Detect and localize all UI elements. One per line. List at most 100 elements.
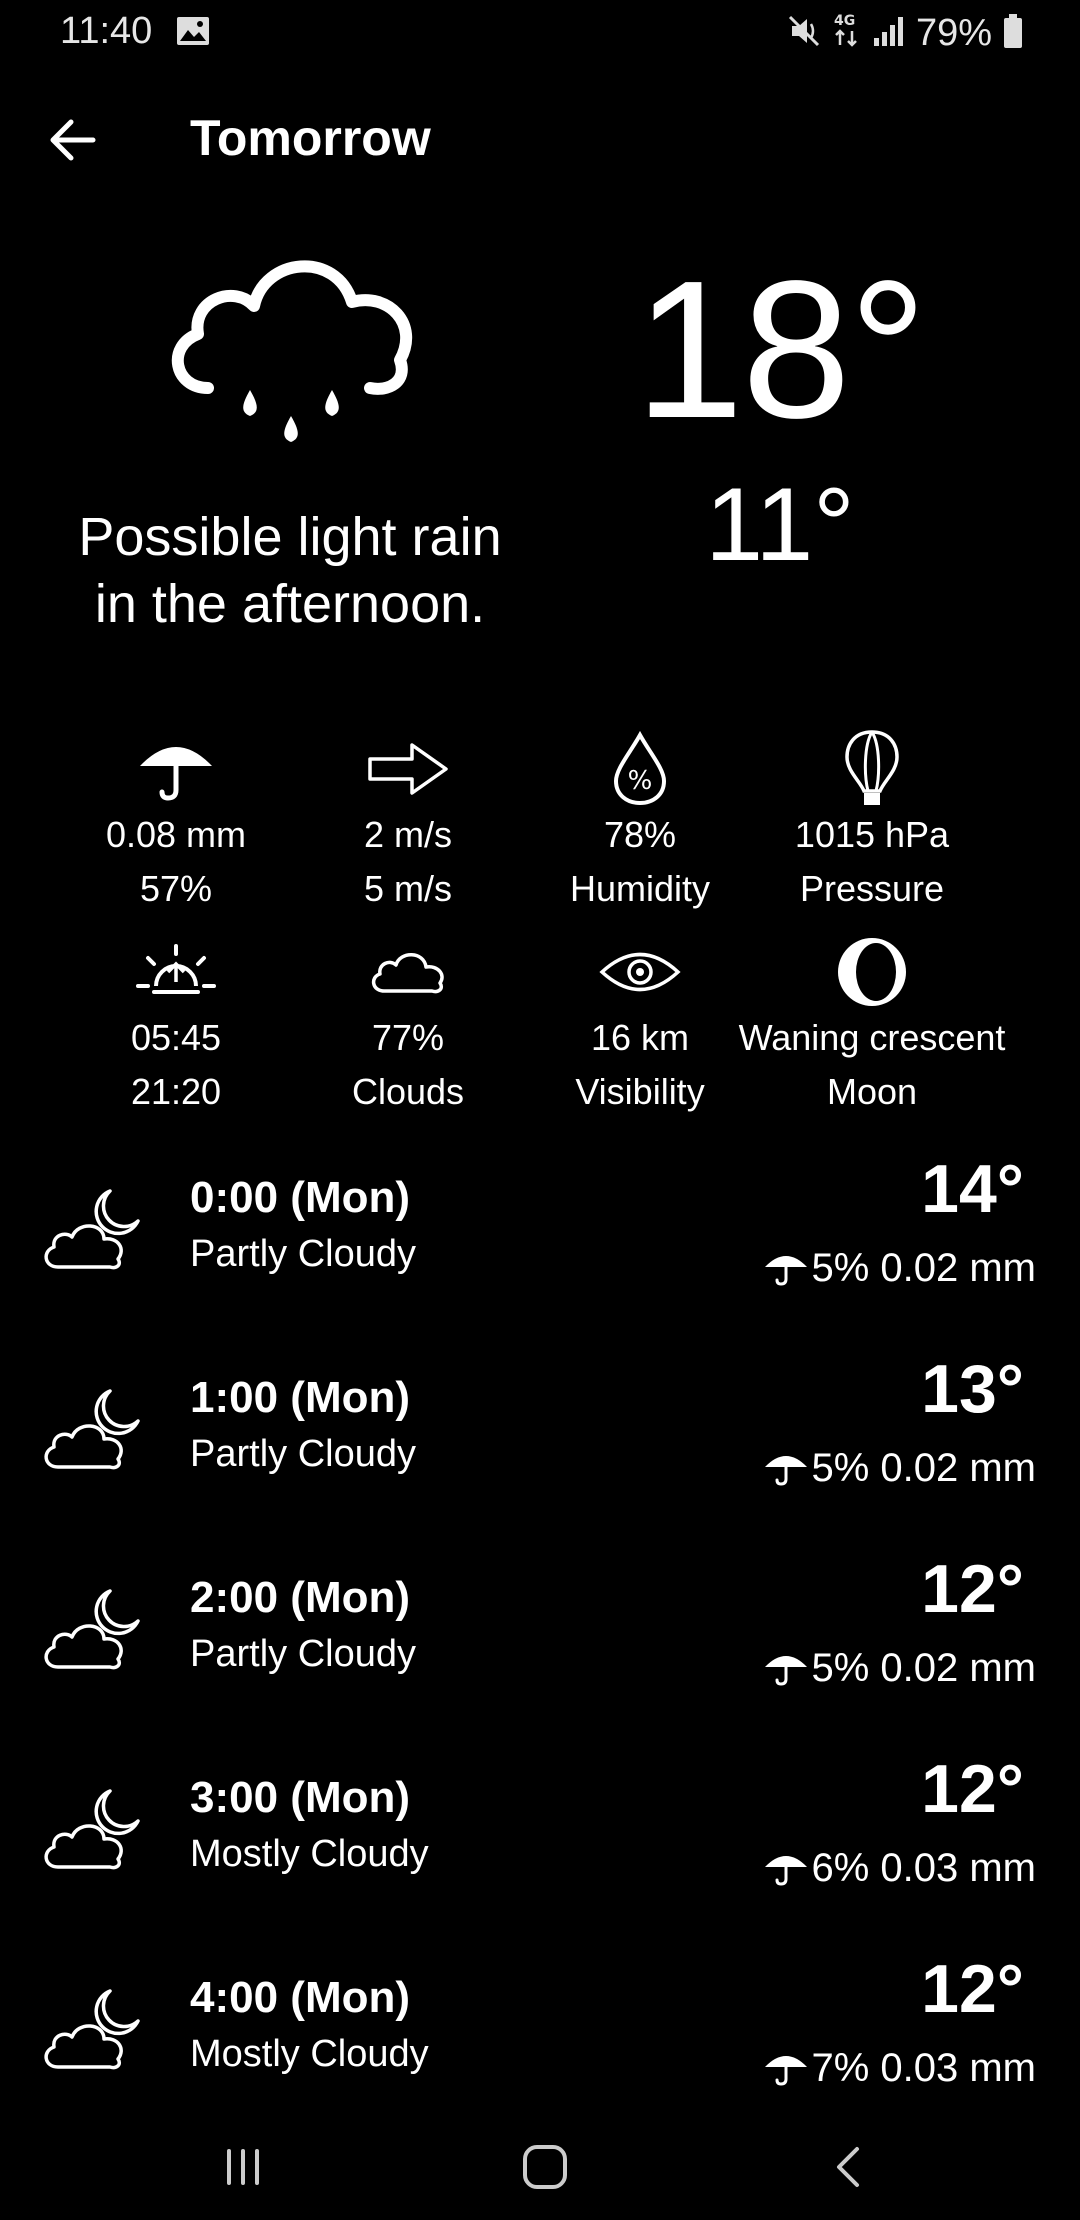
signal-icon	[872, 14, 906, 53]
hour-condition: Partly Cloudy	[190, 1433, 416, 1475]
umbrella-icon	[765, 1456, 808, 1486]
precipitation-detail: 0.08 mm 57%	[60, 730, 292, 933]
battery-percent: 79%	[915, 11, 992, 54]
cloud-moon-icon	[38, 1781, 148, 1882]
moon-detail: Waning crescent Moon	[739, 933, 1005, 1136]
cloud-icon	[368, 933, 448, 1011]
wind-detail: 2 m/s 5 m/s	[292, 730, 524, 933]
hour-time: 3:00 (Mon)	[190, 1773, 410, 1822]
cloud-moon-icon	[38, 1181, 148, 1282]
hour-precipitation: 7% 0.03 mm	[763, 2043, 1036, 2093]
hour-time: 1:00 (Mon)	[190, 1373, 410, 1422]
hour-condition: Mostly Cloudy	[190, 1833, 429, 1875]
precip-text: 5% 0.02 mm	[811, 1646, 1036, 1690]
recents-button[interactable]	[203, 2132, 283, 2202]
detail-line-2: Clouds	[351, 1071, 465, 1112]
sunrise-icon	[134, 933, 218, 1011]
hour-condition: Partly Cloudy	[190, 1233, 416, 1275]
hour-condition: Partly Cloudy	[190, 1633, 416, 1675]
detail-line-1: 0.08 mm	[105, 814, 247, 855]
temperature-high: 18°	[634, 240, 927, 459]
forecast-summary: Possible light rain in the afternoon.	[78, 507, 502, 634]
hour-time: 4:00 (Mon)	[190, 1973, 410, 2022]
detail-row: 0.08 mm 57% 2 m/s 5 m/s % 78% Humidity 1…	[60, 730, 1020, 933]
home-icon	[523, 2145, 567, 2189]
detail-line-1: 16 km	[590, 1017, 690, 1058]
clouds-detail: 77% Clouds	[292, 933, 524, 1136]
cloud-moon-icon	[38, 1981, 148, 2082]
hour-time: 2:00 (Mon)	[190, 1573, 410, 1622]
hour-condition: Mostly Cloudy	[190, 2033, 429, 2075]
precip-text: 5% 0.02 mm	[811, 1446, 1036, 1490]
wind-arrow-icon	[366, 730, 450, 808]
page-title: Tomorrow	[190, 110, 431, 166]
status-bar: 11:40 4G 79%	[0, 0, 1080, 66]
detail-line-1: 2 m/s	[363, 814, 452, 855]
detail-line-2: Moon	[826, 1071, 918, 1112]
detail-line-1: 1015 hPa	[794, 814, 950, 855]
hour-temperature: 12°	[921, 1551, 1024, 1627]
temperature-low: 11°	[705, 467, 855, 583]
umbrella-icon	[765, 2056, 808, 2086]
precip-text: 7% 0.03 mm	[811, 2046, 1036, 2090]
sun-detail: 05:45 21:20	[60, 933, 292, 1136]
precip-text: 5% 0.02 mm	[811, 1246, 1036, 1290]
list-item[interactable]: 1:00 (Mon) Partly Cloudy 13° 5% 0.02 mm	[0, 1343, 1080, 1543]
home-button[interactable]	[505, 2132, 585, 2202]
hour-temperature: 12°	[921, 1951, 1024, 2027]
hour-time: 0:00 (Mon)	[190, 1173, 410, 1222]
detail-grid: 0.08 mm 57% 2 m/s 5 m/s % 78% Humidity 1…	[60, 730, 1020, 1136]
umbrella-icon	[765, 1256, 808, 1286]
detail-row: 05:45 21:20 77% Clouds 16 km Visibility …	[60, 933, 1020, 1136]
svg-text:%: %	[628, 766, 653, 796]
balloon-icon	[844, 730, 900, 808]
detail-line-2: Humidity	[569, 868, 711, 909]
hour-precipitation: 6% 0.03 mm	[763, 1843, 1036, 1893]
cloud-moon-icon	[38, 1581, 148, 1682]
detail-line-2: 57%	[139, 868, 213, 909]
nav-back-icon	[837, 2147, 859, 2187]
battery-icon	[1002, 13, 1024, 54]
cloud-moon-icon	[38, 1381, 148, 1482]
status-indicators: 4G 79%	[786, 8, 1024, 58]
precip-text: 6% 0.03 mm	[811, 1846, 1036, 1890]
hour-precipitation: 5% 0.02 mm	[763, 1643, 1036, 1693]
umbrella-icon	[136, 730, 216, 808]
detail-line-2: 5 m/s	[363, 868, 452, 909]
app-bar: Tomorrow	[0, 96, 1080, 180]
visibility-detail: 16 km Visibility	[524, 933, 756, 1136]
image-icon	[176, 16, 210, 51]
umbrella-icon	[765, 1656, 808, 1686]
detail-line-2: Pressure	[799, 868, 945, 909]
umbrella-icon	[765, 1856, 808, 1886]
back-button[interactable]	[36, 104, 108, 176]
humidity-detail: % 78% Humidity	[524, 730, 756, 933]
detail-line-1: Waning crescent	[738, 1017, 1006, 1058]
list-item[interactable]: 2:00 (Mon) Partly Cloudy 12° 5% 0.02 mm	[0, 1543, 1080, 1743]
detail-line-1: 77%	[371, 1017, 445, 1058]
4g-icon: 4G	[832, 11, 862, 56]
list-item[interactable]: 3:00 (Mon) Mostly Cloudy 12° 6% 0.03 mm	[0, 1743, 1080, 1943]
pressure-detail: 1015 hPa Pressure	[756, 730, 988, 933]
status-time: 11:40	[60, 10, 153, 52]
eye-icon	[598, 933, 682, 1011]
hour-temperature: 14°	[921, 1151, 1024, 1227]
system-nav-bar	[0, 2110, 1080, 2220]
nav-back-button[interactable]	[808, 2132, 888, 2202]
list-item[interactable]: 0:00 (Mon) Partly Cloudy 14° 5% 0.02 mm	[0, 1143, 1080, 1343]
hour-temperature: 13°	[921, 1351, 1024, 1427]
recents-icon	[227, 2149, 259, 2185]
humidity-drop-icon: %	[612, 730, 668, 808]
arrow-left-icon	[50, 119, 96, 161]
hour-precipitation: 5% 0.02 mm	[763, 1243, 1036, 1293]
hour-precipitation: 5% 0.02 mm	[763, 1443, 1036, 1493]
cloud-rain-icon	[160, 240, 420, 465]
detail-line-2: 21:20	[130, 1071, 222, 1112]
hourly-forecast-list[interactable]: 0:00 (Mon) Partly Cloudy 14° 5% 0.02 mm …	[0, 1143, 1080, 2143]
mute-icon	[786, 13, 822, 54]
detail-line-1: 78%	[603, 814, 677, 855]
hour-temperature: 12°	[921, 1751, 1024, 1827]
moon-phase-icon	[834, 933, 910, 1011]
detail-line-2: Visibility	[575, 1071, 705, 1112]
detail-line-1: 05:45	[130, 1017, 222, 1058]
